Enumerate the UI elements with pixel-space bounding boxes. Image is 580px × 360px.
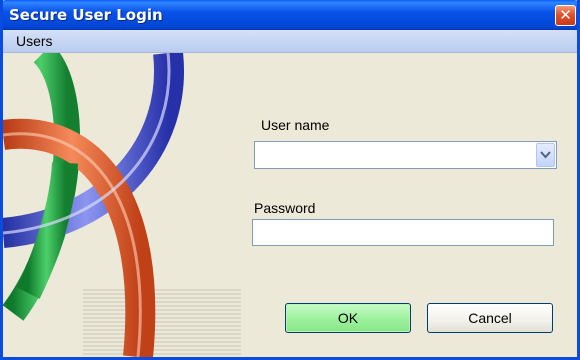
menu-item-users[interactable]: Users	[16, 33, 53, 49]
ok-button-label: OK	[337, 310, 359, 326]
password-label: Password	[254, 200, 316, 216]
dropdown-button[interactable]	[536, 143, 555, 167]
interlocking-rings-logo	[3, 53, 241, 357]
username-combobox[interactable]	[254, 141, 557, 169]
login-dialog: Secure User Login ✕ Users User name Pass…	[0, 0, 580, 360]
cancel-button-label: Cancel	[468, 310, 512, 326]
rings-graphic	[3, 53, 241, 357]
title-bar[interactable]: Secure User Login ✕	[3, 0, 577, 30]
window-title: Secure User Login	[9, 6, 163, 24]
chevron-down-icon	[540, 151, 551, 159]
close-icon: ✕	[559, 6, 572, 24]
ok-button[interactable]: OK	[285, 303, 411, 333]
menu-bar: Users	[3, 30, 577, 53]
close-button[interactable]: ✕	[555, 5, 576, 26]
password-field[interactable]	[252, 219, 554, 246]
cancel-button[interactable]: Cancel	[427, 303, 553, 333]
username-label: User name	[261, 117, 330, 133]
